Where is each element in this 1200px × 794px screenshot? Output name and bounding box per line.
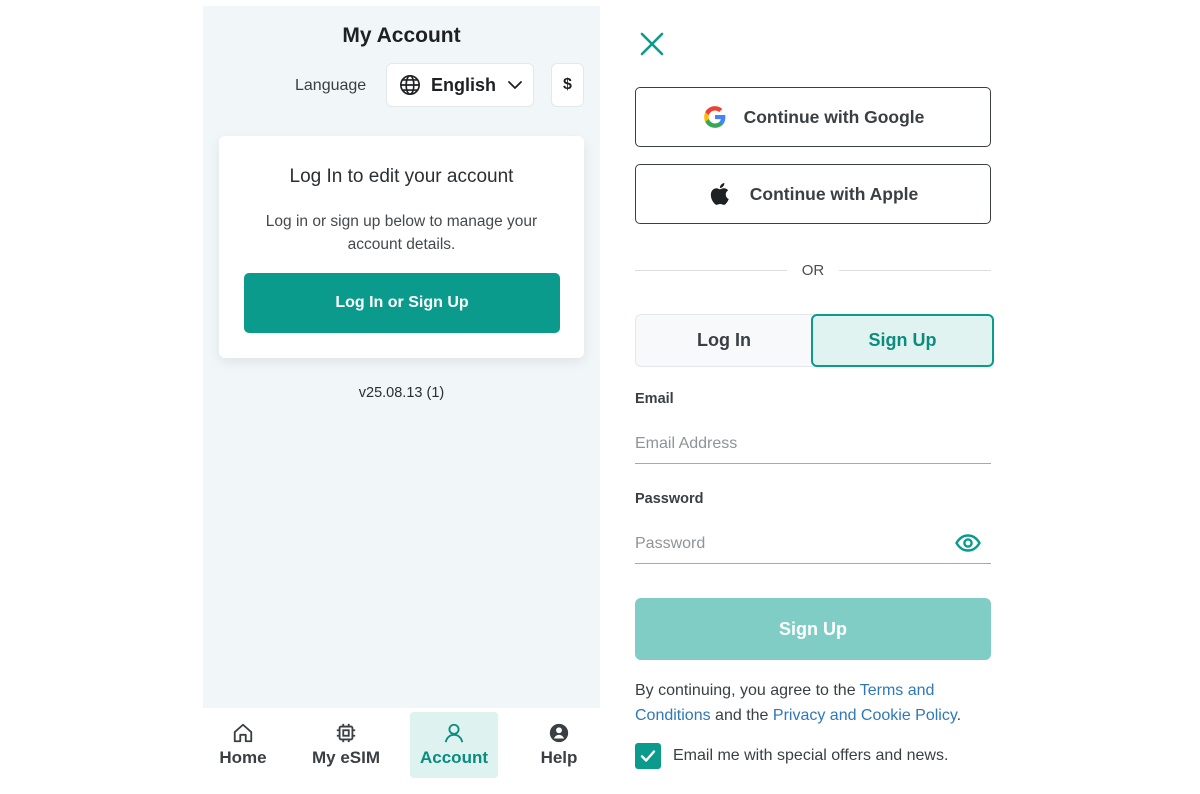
apple-button-label: Continue with Apple	[749, 183, 919, 204]
account-screen: My Account Language English $ Log In to …	[203, 6, 600, 794]
eye-icon[interactable]	[955, 531, 981, 555]
user-icon	[444, 723, 464, 743]
chip-icon	[336, 723, 356, 743]
tab-label: My eSIM	[311, 748, 381, 767]
chevron-down-icon	[508, 81, 522, 89]
currency-button[interactable]: $	[551, 63, 584, 107]
bottom-tab-bar: Home My eSIM Account Help	[203, 708, 600, 794]
tab-label: Home	[219, 748, 267, 767]
version-text: v25.08.13 (1)	[358, 385, 445, 401]
terms-suffix: .	[956, 707, 962, 724]
card-title: Log In to edit your account	[289, 166, 514, 187]
tab-home[interactable]: Home	[203, 712, 283, 778]
divider-line	[839, 270, 991, 271]
tab-label: Help	[540, 748, 578, 767]
language-label: Language	[295, 77, 367, 94]
offers-checkbox[interactable]	[635, 743, 661, 769]
email-label: Email	[635, 391, 674, 407]
tab-log-in[interactable]: Log In	[636, 315, 812, 366]
continue-with-google-button[interactable]: Continue with Google	[635, 87, 991, 147]
language-value: English	[431, 74, 497, 95]
password-field[interactable]	[635, 524, 991, 564]
continue-with-apple-button[interactable]: Continue with Apple	[635, 164, 991, 224]
offers-checkbox-label: Email me with special offers and news.	[673, 747, 949, 764]
google-icon	[703, 106, 725, 128]
checkmark-icon	[640, 750, 656, 762]
tab-account[interactable]: Account	[410, 712, 498, 778]
tab-help[interactable]: Help	[519, 712, 599, 778]
or-divider: OR	[635, 262, 991, 280]
google-button-label: Continue with Google	[743, 106, 925, 127]
page-title: My Account	[342, 24, 461, 47]
login-card: Log In to edit your account Log in or si…	[219, 136, 584, 358]
apple-icon	[710, 182, 729, 205]
auth-mode-toggle: Log In Sign Up	[635, 314, 994, 367]
email-field[interactable]	[635, 424, 991, 464]
privacy-link[interactable]: Privacy and Cookie Policy	[773, 707, 957, 724]
terms-middle: and the	[710, 707, 773, 724]
home-icon	[233, 723, 253, 743]
tab-label: Account	[420, 748, 488, 767]
tab-sign-up[interactable]: Sign Up	[811, 314, 994, 367]
sign-up-button[interactable]: Sign Up	[635, 598, 991, 660]
globe-icon	[400, 75, 420, 95]
card-description: Log in or sign up below to manage your a…	[265, 213, 538, 253]
language-select[interactable]: English	[386, 63, 534, 107]
password-label: Password	[635, 491, 704, 507]
tab-my-esim[interactable]: My eSIM	[306, 712, 386, 778]
terms-text: By continuing, you agree to the Terms an…	[635, 678, 995, 728]
close-icon[interactable]	[640, 32, 664, 56]
help-icon	[549, 723, 569, 743]
terms-prefix: By continuing, you agree to the	[635, 682, 860, 699]
login-or-signup-button[interactable]: Log In or Sign Up	[244, 273, 560, 333]
